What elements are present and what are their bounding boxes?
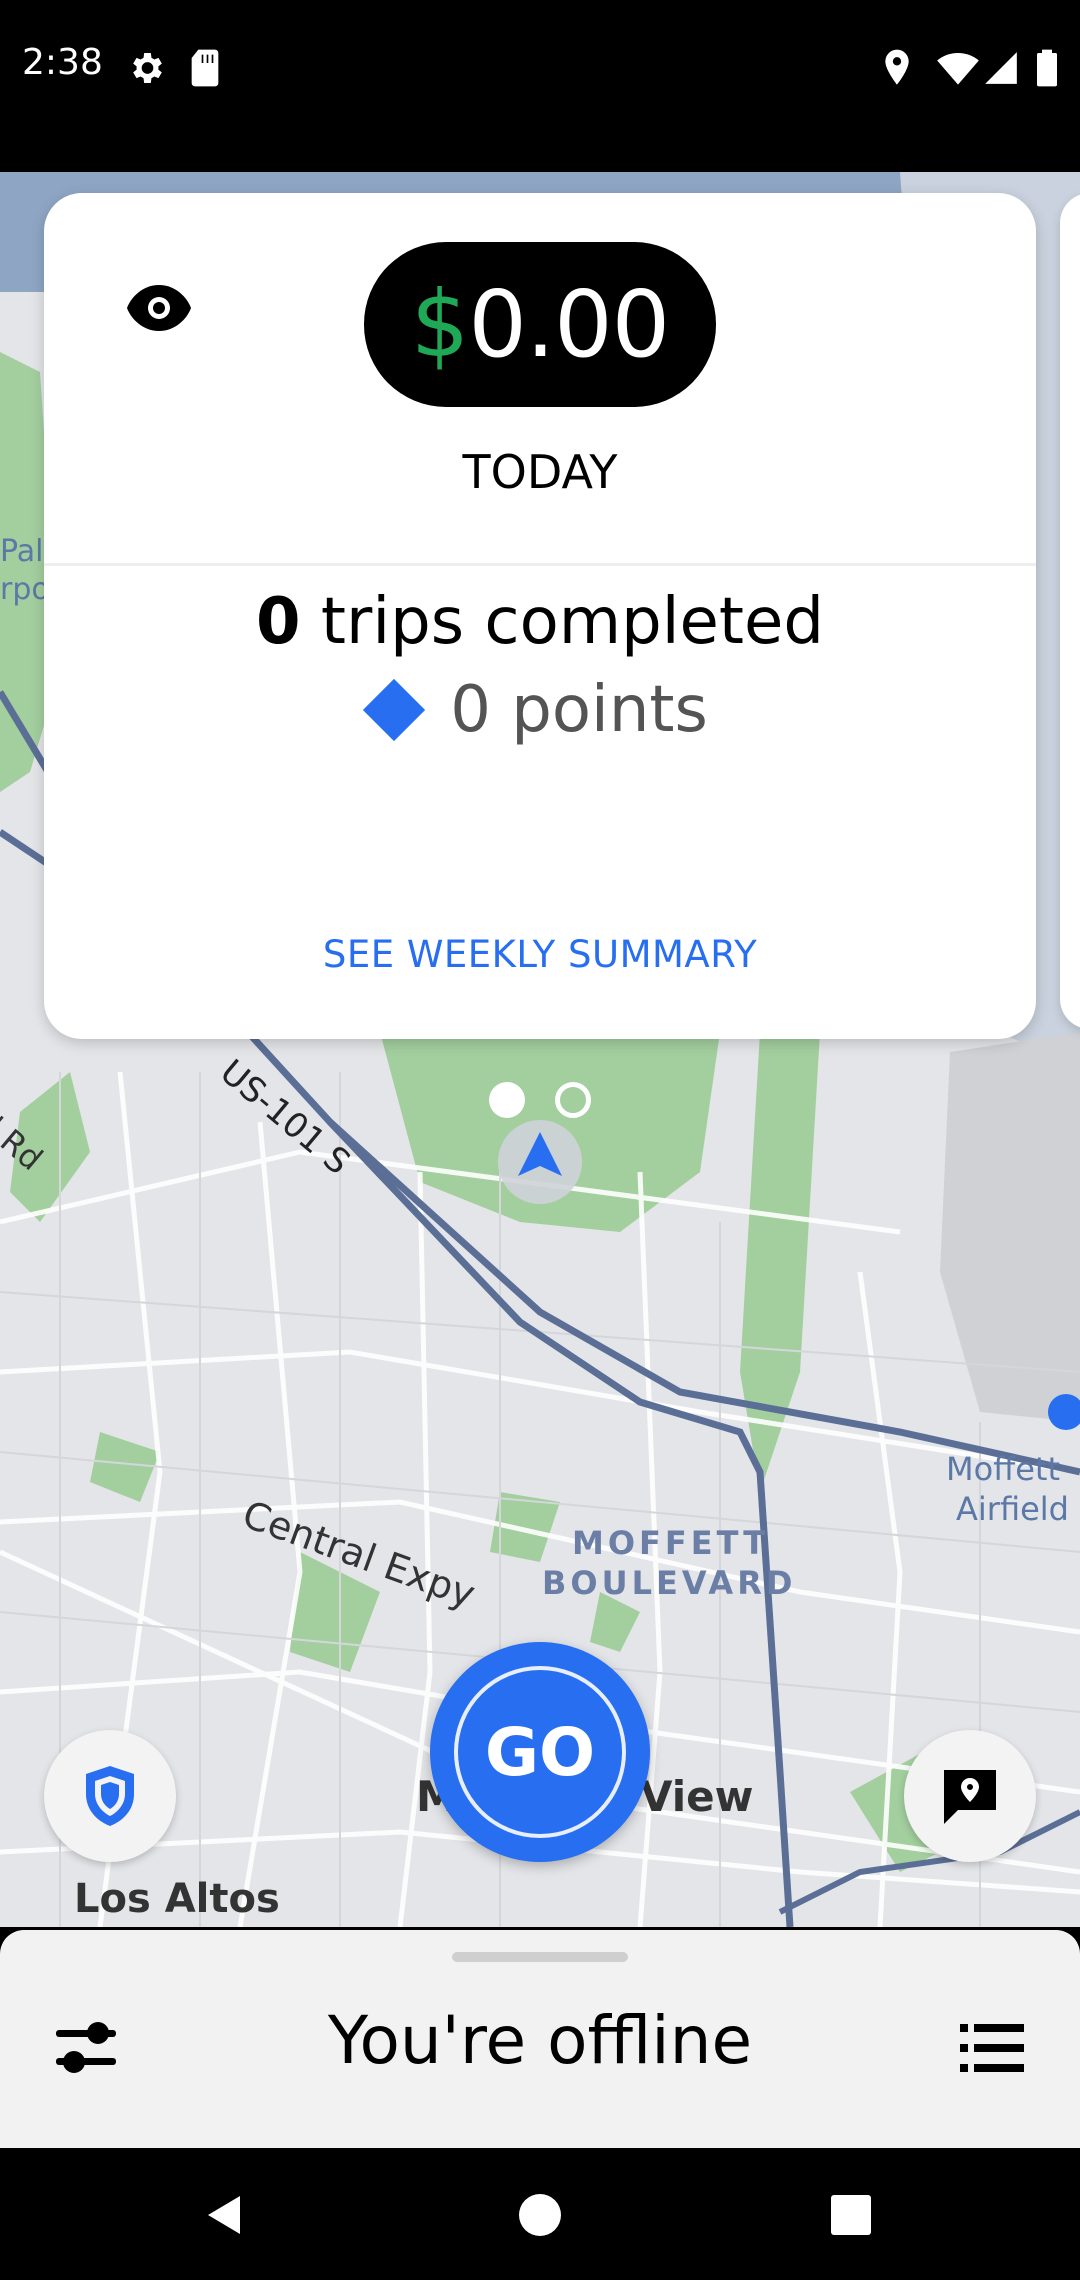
eye-icon [127, 285, 191, 331]
drag-handle[interactable] [452, 1952, 628, 1962]
battery-icon [1037, 49, 1057, 87]
status-time: 2:38 [22, 42, 103, 83]
go-button-label: GO [454, 1666, 626, 1838]
trips-label: trips completed [300, 585, 824, 659]
safety-toolkit-button[interactable] [44, 1730, 176, 1862]
shield-icon [86, 1766, 134, 1826]
nav-back-button[interactable] [190, 2180, 260, 2250]
earnings-card: $0.00 TODAY 0 trips completed 0 points S… [44, 193, 1036, 1039]
points-value: 0 points [450, 673, 708, 747]
status-bar: 2:38 [0, 0, 1080, 172]
recents-icon [831, 2195, 871, 2235]
trips-completed: 0 trips completed [44, 585, 1036, 659]
pager-dot-2[interactable] [555, 1082, 591, 1118]
home-icon [519, 2194, 561, 2236]
points-row: 0 points [44, 673, 1036, 747]
map-label-rpo: rpo [0, 572, 50, 607]
next-card-peek[interactable] [1060, 193, 1080, 1029]
map-label-mountain-view-right: View [640, 1772, 754, 1821]
back-icon [208, 2196, 240, 2234]
nav-home-button[interactable] [505, 2180, 575, 2250]
report-map-issue-button[interactable] [904, 1730, 1036, 1862]
diamond-icon [363, 678, 426, 742]
earnings-amount[interactable]: $0.00 [364, 242, 716, 407]
settings-icon [133, 53, 162, 83]
system-nav-bar [0, 2148, 1080, 2280]
see-weekly-summary-link[interactable]: SEE WEEKLY SUMMARY [44, 933, 1036, 976]
driver-status-text: You're offline [327, 2002, 753, 2079]
map-label-moffett-line1: MOFFETT [572, 1524, 770, 1562]
bottom-sheet[interactable]: You're offline [0, 1930, 1080, 2148]
toggle-visibility-button[interactable] [104, 253, 214, 363]
card-divider [44, 563, 1036, 566]
currency-symbol: $ [410, 271, 470, 378]
map-label-moffett-line2: BOULEVARD [542, 1564, 797, 1602]
map-feedback-icon [944, 1770, 996, 1824]
go-online-button[interactable]: GO [430, 1642, 650, 1862]
trips-count: 0 [256, 585, 301, 659]
map-label-los-altos: Los Altos [74, 1876, 280, 1922]
earnings-period: TODAY [462, 445, 618, 499]
sd-card-icon [191, 49, 219, 87]
map-label-moffett-airfield-2: Airfield [956, 1490, 1069, 1528]
menu-list-button[interactable] [950, 2006, 1034, 2090]
pager-dot-1[interactable] [489, 1082, 525, 1118]
location-icon [885, 49, 909, 85]
map-label-moffett-airfield-1: Moffett [946, 1450, 1061, 1488]
wifi-icon [937, 53, 979, 85]
nav-recents-button[interactable] [816, 2180, 886, 2250]
earnings-value: 0.00 [468, 271, 670, 378]
map-label-pal: Pal [0, 534, 44, 569]
signal-icon [985, 52, 1017, 84]
list-icon [960, 2024, 1024, 2072]
